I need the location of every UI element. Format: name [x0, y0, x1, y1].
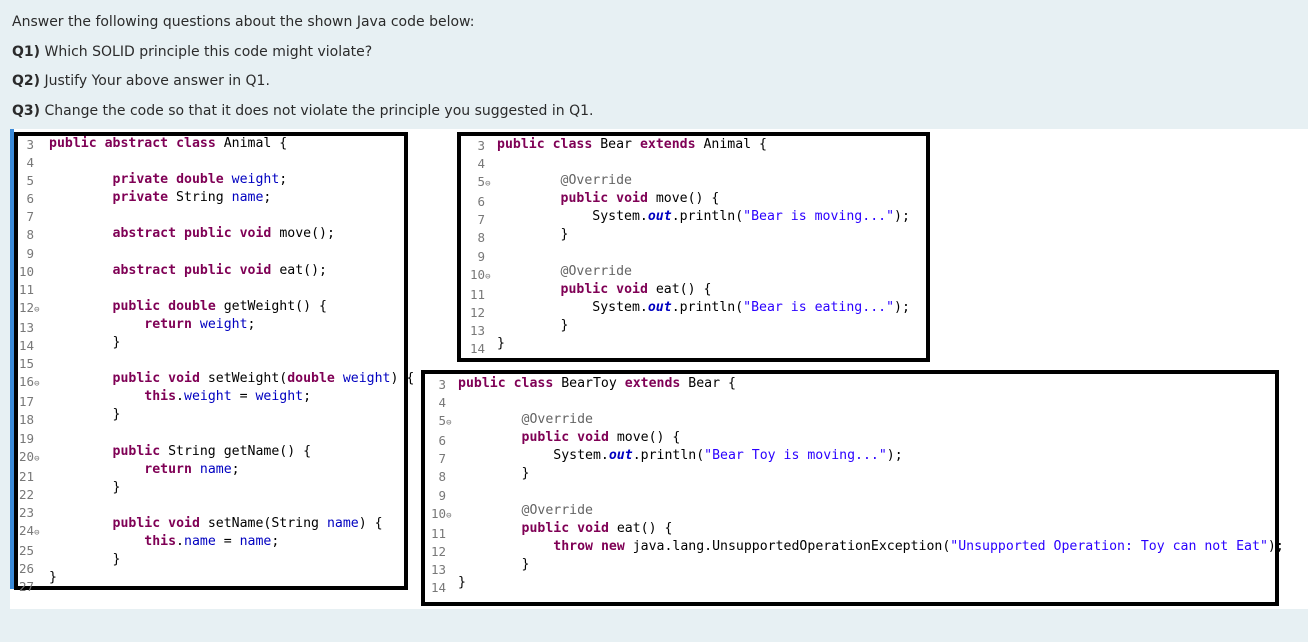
beartoy-class-code: public class BearToy extends Bear { @Ove…	[458, 376, 1284, 591]
question-label: Q1)	[12, 44, 41, 60]
question-2: Q2) Justify Your above answer in Q1.	[12, 73, 270, 89]
intro-text: Answer the following questions about the…	[12, 14, 475, 30]
question-text: Change the code so that it does not viol…	[44, 103, 594, 119]
beartoy-line-numbers: 3 4 5⊖ 6 7 8 9 10⊖ 11 12 13 14	[431, 377, 452, 596]
question-1: Q1) Which SOLID principle this code migh…	[12, 44, 372, 60]
bear-class-code: public class Bear extends Animal { @Over…	[497, 137, 910, 352]
question-label: Q2)	[12, 73, 41, 89]
question-3: Q3) Change the code so that it does not …	[12, 103, 593, 119]
question-text: Justify Your above answer in Q1.	[44, 73, 270, 89]
bear-line-numbers: 3 4 5⊖ 6 7 8 9 10⊖ 11 12 13 14	[470, 138, 491, 357]
animal-line-numbers: 3 4 5 6 7 8 9 10 11 12⊖ 13 14 15 16⊖ 17 …	[19, 137, 40, 595]
animal-class-code: public abstract class Animal { private d…	[49, 136, 415, 586]
question-label: Q3)	[12, 103, 41, 119]
question-text: Which SOLID principle this code might vi…	[44, 44, 373, 60]
